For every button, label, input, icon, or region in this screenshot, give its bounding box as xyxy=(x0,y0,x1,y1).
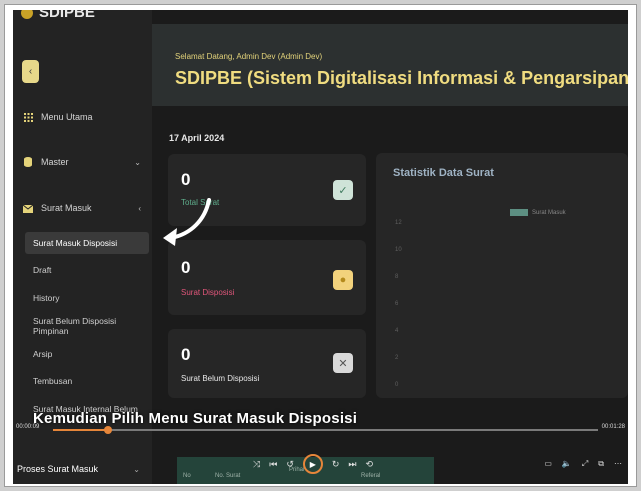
card-surat-disposisi: 0 Surat Disposisi ● xyxy=(168,240,366,315)
mail-icon xyxy=(23,203,33,213)
skip-previous-icon[interactable]: ⏮ xyxy=(269,459,277,470)
chevron-down-icon: ⌄ xyxy=(133,464,140,474)
more-icon[interactable]: ⋯ xyxy=(614,459,622,469)
scrubber-handle[interactable] xyxy=(104,426,112,434)
statistik-panel: Statistik Data Surat Surat Masuk 12 10 8… xyxy=(376,153,628,398)
check-icon: ✓ xyxy=(333,180,353,200)
repeat-icon[interactable]: ⟲ xyxy=(366,459,374,470)
sidebar-item-label: Master xyxy=(41,157,69,167)
sidebar-subitem-history[interactable]: History xyxy=(25,287,149,309)
scrubber-progress xyxy=(53,429,108,431)
card-value: 0 xyxy=(181,258,191,277)
page-title: SDIPBE (Sistem Digitalisasi Informasi & … xyxy=(175,68,628,88)
sidebar-item-proses-surat-masuk[interactable]: Proses Surat Masuk ⌄ xyxy=(13,454,152,484)
annotation-arrow-icon xyxy=(163,198,211,246)
legend-label: Surat Masuk xyxy=(532,209,566,216)
y-tick: 0 xyxy=(395,382,399,388)
sidebar-subitem-tembusan[interactable]: Tembusan xyxy=(25,370,149,392)
welcome-text: Selamat Datang, Admin Dev (Admin Dev) xyxy=(175,52,323,61)
database-icon xyxy=(23,157,33,167)
y-tick: 10 xyxy=(395,247,402,253)
sidebar-item-label: Menu Utama xyxy=(41,112,93,122)
sidebar-item-label: Proses Surat Masuk xyxy=(17,464,99,474)
y-tick: 12 xyxy=(395,220,402,226)
card-value: 0 xyxy=(181,170,191,189)
volume-icon[interactable]: 🔈 xyxy=(562,459,572,469)
table-col-no-surat: No. Surat xyxy=(215,473,241,479)
y-tick: 2 xyxy=(395,355,399,361)
player-right-controls: ▭ 🔈 ⤢ ⧉ ⋯ xyxy=(544,459,622,469)
time-total: 00:01:28 xyxy=(601,424,625,430)
sidebar-item-master[interactable]: Master ⌄ xyxy=(23,157,141,167)
current-date: 17 April 2024 xyxy=(169,133,225,143)
card-label: Surat Belum Disposisi xyxy=(181,374,260,383)
video-caption: Kemudian Pilih Menu Surat Masuk Disposis… xyxy=(33,410,358,427)
sidebar-subitem-arsip[interactable]: Arsip xyxy=(25,343,149,365)
video-scrubber[interactable] xyxy=(13,426,628,434)
coin-icon: ● xyxy=(333,270,353,290)
statistik-title: Statistik Data Surat xyxy=(393,167,494,179)
skip-next-icon[interactable]: ⏭ xyxy=(348,459,356,470)
y-tick: 8 xyxy=(395,274,399,280)
brand-name: SDIPBE xyxy=(39,10,95,21)
chart-legend: Surat Masuk xyxy=(510,209,566,216)
sidebar-subitem-label: Draft xyxy=(33,265,52,275)
sidebar-subitem-label: Surat Belum Disposisi Pimpinan xyxy=(33,316,117,336)
sidebar-subitem-surat-belum-disposisi-pimpinan[interactable]: Surat Belum Disposisi Pimpinan xyxy=(25,315,149,337)
forward-icon[interactable]: ↻ xyxy=(332,459,340,470)
sidebar-item-label: Surat Masuk xyxy=(41,203,92,213)
play-button[interactable]: ▶ xyxy=(302,454,323,474)
chevron-down-icon: ⌄ xyxy=(134,157,141,167)
sidebar-subitem-label: History xyxy=(33,293,60,303)
app-screen: SDIPBE ‹ Menu Utama Master ⌄ Surat Masuk… xyxy=(13,10,628,484)
sidebar-subitem-surat-masuk-disposisi[interactable]: Surat Masuk Disposisi xyxy=(25,232,149,254)
rewind-icon[interactable]: ↺ xyxy=(286,459,294,470)
sidebar-subitem-draft[interactable]: Draft xyxy=(25,259,149,281)
chevron-left-icon: ‹ xyxy=(28,66,33,77)
sidebar-subitem-label: Surat Masuk Disposisi xyxy=(33,238,118,248)
chevron-left-icon: ‹ xyxy=(138,203,141,213)
grid-icon xyxy=(23,112,33,122)
scrubber-track xyxy=(53,429,598,431)
x-icon: ✕ xyxy=(333,353,353,373)
sidebar-item-menu-utama[interactable]: Menu Utama xyxy=(23,112,141,122)
welcome-banner: Selamat Datang, Admin Dev (Admin Dev) SD… xyxy=(152,24,628,106)
logo-icon xyxy=(21,10,33,20)
y-tick: 6 xyxy=(395,301,399,307)
pip-icon[interactable]: ⧉ xyxy=(598,459,604,469)
sidebar-item-surat-masuk[interactable]: Surat Masuk ‹ xyxy=(23,203,141,213)
sidebar-subitem-label: Tembusan xyxy=(33,376,73,386)
sidebar-collapse-button[interactable]: ‹ xyxy=(22,60,39,83)
expand-icon[interactable]: ⤢ xyxy=(582,459,588,469)
playback-controls: ⤨ ⏮ ↺ ▶ ↻ ⏭ ⟲ xyxy=(253,454,373,474)
play-icon: ▶ xyxy=(309,459,316,469)
shuffle-icon[interactable]: ⤨ xyxy=(253,459,260,470)
table-col-no: No xyxy=(183,473,191,479)
captions-icon[interactable]: ▭ xyxy=(544,459,552,469)
brand: SDIPBE xyxy=(21,10,95,21)
legend-swatch xyxy=(510,209,528,216)
sidebar-subitem-label: Arsip xyxy=(33,349,53,359)
card-label: Surat Disposisi xyxy=(181,288,235,297)
y-tick: 4 xyxy=(395,328,399,334)
card-value: 0 xyxy=(181,345,191,364)
card-surat-belum-disposisi: 0 Surat Belum Disposisi ✕ xyxy=(168,329,366,398)
